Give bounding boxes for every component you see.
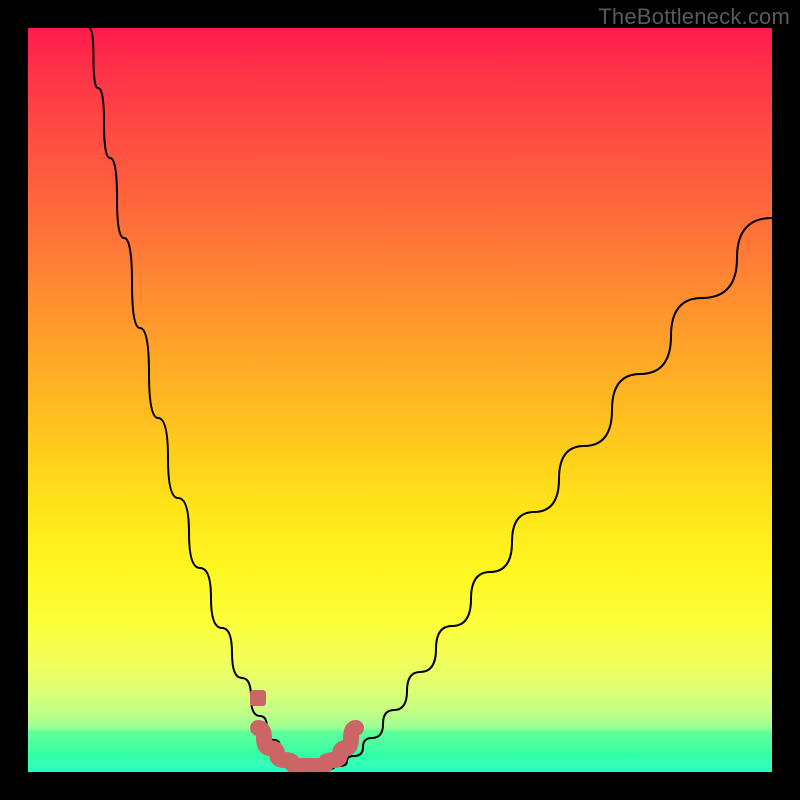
left-curve	[89, 28, 328, 769]
pink-dot	[250, 690, 266, 706]
pink-trace	[258, 728, 356, 766]
chart-frame: TheBottleneck.com	[0, 0, 800, 800]
plot-area	[28, 28, 772, 772]
curve-layer	[28, 28, 772, 772]
right-curve	[328, 218, 772, 769]
watermark-text: TheBottleneck.com	[598, 4, 790, 30]
